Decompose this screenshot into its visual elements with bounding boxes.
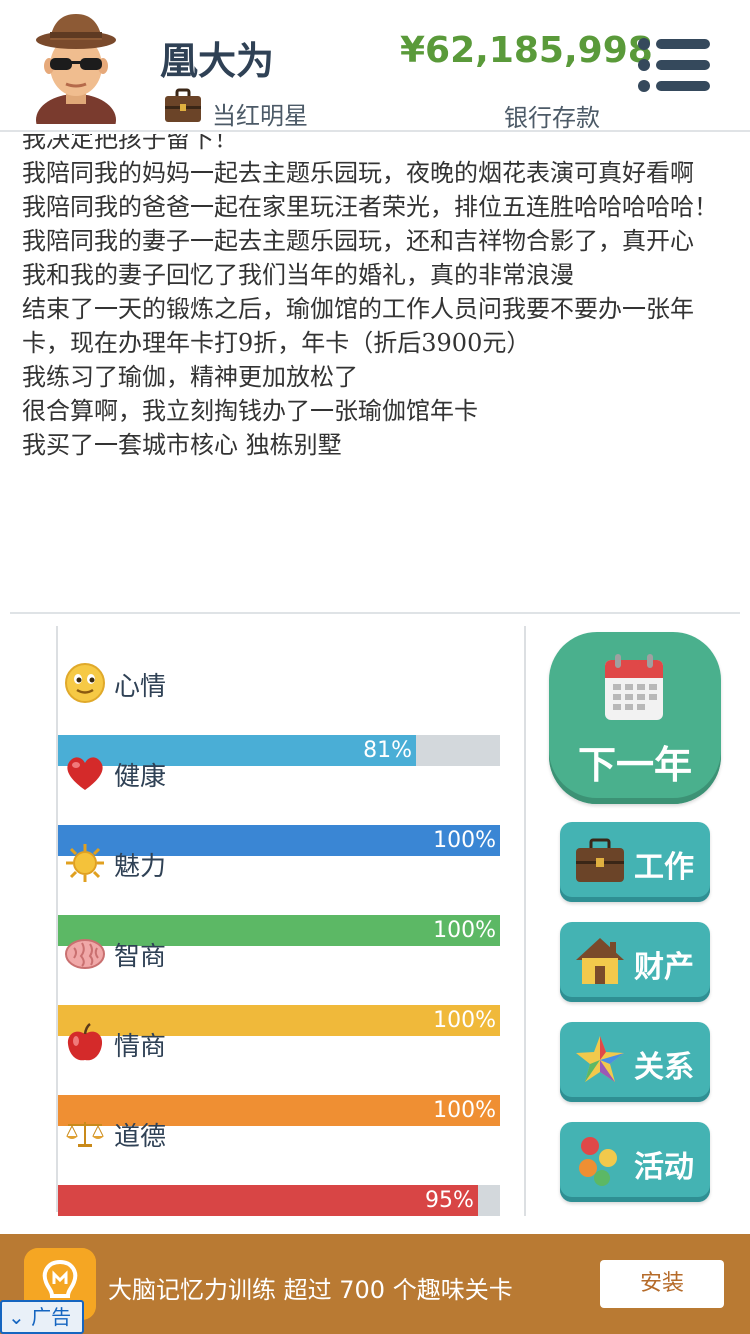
activities-icon	[579, 1137, 617, 1186]
sun-icon	[66, 844, 104, 882]
calendar-icon	[605, 654, 663, 720]
stat-health: 健康 100%	[58, 746, 500, 856]
relations-label: 关系	[634, 1050, 694, 1085]
stat-mood: 心情 81%	[58, 656, 500, 766]
briefcase-icon	[165, 88, 201, 122]
divider	[10, 612, 740, 614]
top-header: 凰大为 当红明星 ¥62,185,998 银行存款	[0, 0, 750, 132]
event-log-entry: 结束了一天的锻炼之后，瑜伽馆的工作人员问我要不要办一张年卡，现在办理年卡打9折，…	[22, 295, 694, 357]
event-log-entry: 我陪同我的妻子一起去主题乐园玩，还和吉祥物合影了，真开心	[22, 227, 694, 255]
ad-badge-label: 广告	[31, 1305, 72, 1329]
event-log-entry: 我买了一套城市核心 独栋别墅	[22, 431, 342, 459]
next-year-label: 下一年	[577, 743, 692, 787]
player-name: 凰大为	[160, 39, 275, 83]
stat-label: 道德	[114, 1122, 167, 1152]
stat-label: 智商	[114, 942, 167, 972]
event-log-entry: 我决定把孩子留下！	[22, 134, 238, 153]
house-icon	[576, 938, 624, 984]
ad-text: 大脑记忆力训练 超过 700 个趣味关卡	[108, 1276, 513, 1304]
player-avatar[interactable]	[28, 8, 124, 124]
stat-iq: 智商 100%	[58, 926, 500, 1036]
scales-icon	[66, 1122, 104, 1147]
next-year-button[interactable]: 下一年	[549, 632, 721, 804]
job-title: 当红明星	[212, 102, 308, 130]
apple-icon	[67, 1023, 103, 1061]
ad-badge[interactable]: ⌄ 广告	[0, 1300, 84, 1334]
activities-label: 活动	[634, 1150, 694, 1185]
install-button[interactable]: 安装	[600, 1260, 724, 1308]
stat-eq: 情商 100%	[58, 1016, 500, 1126]
event-log-entry: 我和我的妻子回忆了我们当年的婚礼，真的非常浪漫	[22, 261, 574, 289]
ad-banner[interactable]: 大脑记忆力训练 超过 700 个趣味关卡 安装	[0, 1234, 750, 1334]
divider	[524, 626, 526, 1216]
relations-button[interactable]: 关系	[560, 1022, 710, 1102]
work-label: 工作	[634, 850, 694, 885]
property-label: 财产	[634, 950, 694, 985]
stat-bar-fill: 95%	[58, 1185, 478, 1216]
event-log[interactable]: 我决定把孩子留下！ 我陪同我的妈妈一起去主题乐园玩，夜晚的烟花表演可真好看啊 我…	[0, 134, 750, 612]
stat-label: 魅力	[114, 852, 167, 882]
stats-panel: 心情 81% 健康 100% 魅力 100% 智商 100% 情商 100% 道…	[56, 626, 526, 1216]
stat-bar: 95%	[58, 1185, 500, 1216]
stat-morality: 道德 95%	[58, 1106, 500, 1216]
bank-balance-label: 银行存款	[504, 104, 600, 132]
stat-charm: 魅力 100%	[58, 836, 500, 946]
brain-icon	[65, 939, 105, 969]
smiley-icon	[65, 663, 105, 703]
star-icon	[576, 1036, 624, 1082]
stat-label: 健康	[114, 762, 167, 792]
event-log-entry: 我陪同我的爸爸一起在家里玩汪者荣光，排位五连胜哈哈哈哈哈！	[22, 193, 718, 221]
stat-value: 95%	[424, 1188, 474, 1213]
event-log-entry: 我陪同我的妈妈一起去主题乐园玩，夜晚的烟花表演可真好看啊	[22, 159, 694, 187]
stat-label: 心情	[114, 672, 167, 702]
event-log-list: 我决定把孩子留下！ 我陪同我的妈妈一起去主题乐园玩，夜晚的烟花表演可真好看啊 我…	[22, 134, 728, 462]
bank-balance: ¥62,185,998	[400, 30, 653, 71]
event-log-entry: 我练习了瑜伽，精神更加放松了	[22, 363, 358, 391]
stat-label: 情商	[114, 1032, 167, 1062]
heart-icon	[67, 757, 103, 790]
chevron-down-icon: ⌄	[8, 1305, 25, 1329]
event-log-entry: 很合算啊，我立刻掏钱办了一张瑜伽馆年卡	[22, 397, 478, 425]
activities-button[interactable]: 活动	[560, 1122, 710, 1202]
work-button[interactable]: 工作	[560, 822, 710, 902]
briefcase-icon	[576, 838, 624, 882]
menu-icon[interactable]	[636, 36, 714, 94]
property-button[interactable]: 财产	[560, 922, 710, 1002]
